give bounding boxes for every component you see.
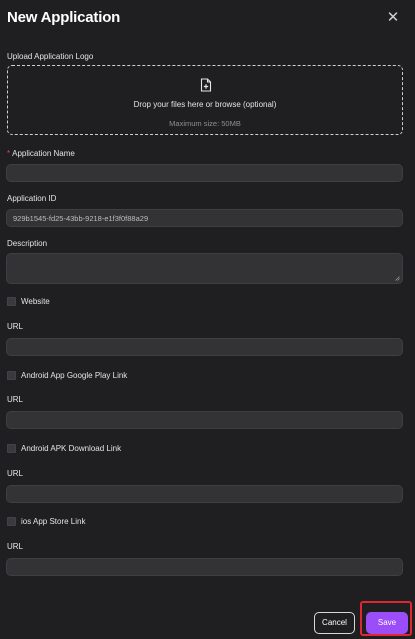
app-id-label: Application ID: [7, 194, 57, 203]
description-textarea[interactable]: [6, 253, 403, 284]
app-store-checkbox-label: ios App Store Link: [21, 516, 86, 526]
logo-dropzone[interactable]: Drop your files here or browse (optional…: [7, 65, 403, 135]
app-name-label: * Application Name: [7, 149, 75, 158]
website-checkbox-row[interactable]: Website: [7, 296, 50, 306]
google-play-checkbox-label: Android App Google Play Link: [21, 370, 128, 380]
website-url-label: URL: [7, 322, 24, 331]
dropzone-hint: Maximum size: 50MB: [169, 119, 241, 128]
website-checkbox-label: Website: [21, 296, 50, 306]
save-button[interactable]: Save: [366, 612, 408, 634]
app-store-checkbox-row[interactable]: ios App Store Link: [7, 516, 85, 526]
dropzone-prompt: Drop your files here or browse (optional…: [133, 100, 277, 109]
app-store-url-label: URL: [7, 542, 24, 551]
apk-url-input[interactable]: [6, 485, 403, 503]
app-name-input[interactable]: [6, 164, 403, 182]
website-url-input[interactable]: [6, 338, 403, 356]
website-checkbox[interactable]: [7, 296, 16, 306]
google-play-checkbox[interactable]: [7, 370, 16, 380]
description-label: Description: [7, 239, 48, 248]
apk-checkbox[interactable]: [7, 443, 16, 453]
google-play-checkbox-row[interactable]: Android App Google Play Link: [7, 370, 127, 380]
app-store-url-input[interactable]: [6, 558, 403, 576]
dialog-title: New Application: [7, 9, 121, 26]
apk-checkbox-label: Android APK Download Link: [21, 443, 122, 453]
upload-logo-label: Upload Application Logo: [7, 52, 94, 61]
required-mark: *: [7, 149, 11, 158]
close-icon[interactable]: ✕: [385, 9, 401, 27]
app-id-input[interactable]: [6, 209, 403, 227]
apk-url-label: URL: [7, 469, 24, 478]
google-play-url-input[interactable]: [6, 411, 403, 429]
google-play-url-label: URL: [7, 395, 24, 404]
cancel-button[interactable]: Cancel: [314, 612, 355, 634]
apk-checkbox-row[interactable]: Android APK Download Link: [7, 443, 121, 453]
app-store-checkbox[interactable]: [7, 516, 16, 526]
file-plus-icon: [200, 78, 212, 92]
app-name-label-text: Application Name: [12, 149, 75, 158]
